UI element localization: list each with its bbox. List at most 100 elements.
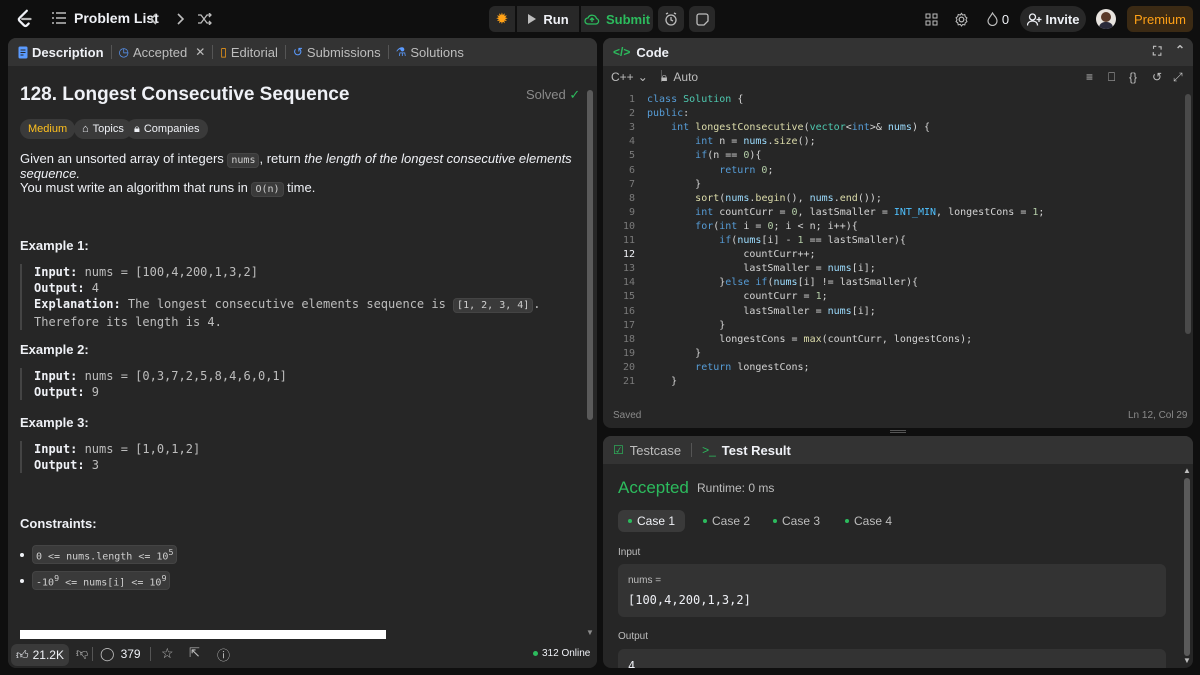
code-line[interactable]: sort(nums.begin(), nums.end());: [647, 193, 882, 204]
braces-icon[interactable]: {}: [1129, 70, 1137, 84]
editor-scrollbar[interactable]: [1185, 94, 1191, 334]
tab-solutions[interactable]: ⚗ Solutions: [396, 38, 464, 66]
help-icon[interactable]: ⓘ: [217, 645, 230, 664]
description-tabs: Description ◷ Accepted ✕ ▯ Editorial ↺ S…: [8, 38, 597, 66]
bookmark-icon[interactable]: ⎕: [1108, 70, 1115, 85]
comments-button[interactable]: ◯ 379: [100, 646, 141, 662]
code-line[interactable]: countCurr = 1;: [647, 291, 827, 302]
topics-badge[interactable]: ⌂ Topics: [74, 119, 132, 139]
maximize-icon[interactable]: ⛶: [1153, 44, 1161, 59]
code-line[interactable]: if(n == 0){: [647, 150, 761, 161]
code-line[interactable]: countCurr++;: [647, 249, 815, 260]
notes-button[interactable]: [689, 6, 715, 32]
code-line[interactable]: int countCurr = 0, lastSmaller = INT_MIN…: [647, 207, 1044, 218]
fullscreen-icon[interactable]: ⤢: [1173, 70, 1183, 85]
streak-counter[interactable]: 0: [983, 10, 1013, 28]
tab-accepted[interactable]: ◷ Accepted ✕: [119, 38, 206, 66]
code-line[interactable]: }: [647, 348, 701, 359]
line-number: 11: [622, 235, 635, 246]
constraint-exponent: 9: [161, 573, 167, 583]
code-editor[interactable]: 1 class Solution {2 public: 3 int longestCo…: [603, 94, 1193, 394]
scroll-down-icon[interactable]: ▼: [586, 628, 594, 637]
tab-test-result[interactable]: Test Result: [722, 443, 791, 458]
invite-button[interactable]: Invite: [1020, 6, 1086, 32]
code-line[interactable]: longestCons = max(countCurr, longestCons…: [647, 334, 972, 345]
problem-description: 128. Longest Consecutive Sequence Solved…: [8, 66, 588, 636]
tab-description[interactable]: Description: [18, 38, 104, 66]
case-tab-2[interactable]: Case 2: [693, 510, 760, 532]
thumbs-down-icon[interactable]: 👎︎: [76, 646, 88, 661]
like-button[interactable]: 👍︎ 21.2K: [11, 644, 69, 666]
constraint-item: -109 <= nums[i] <= 109: [20, 571, 171, 591]
code-line[interactable]: }else if(nums[i] != lastSmaller){: [647, 277, 918, 288]
alarm-clock-icon: [665, 12, 677, 26]
input-box: nums = [100,4,200,1,3,2]: [618, 564, 1166, 617]
submit-label: Submit: [605, 11, 651, 27]
layout-grid-icon[interactable]: [922, 10, 940, 28]
shuffle-icon[interactable]: [196, 10, 214, 28]
next-problem-icon[interactable]: [172, 10, 188, 28]
line-number: 19: [622, 347, 635, 359]
share-icon[interactable]: ⇱: [189, 645, 200, 661]
output-label: Output:: [34, 385, 85, 399]
debug-button[interactable]: ✹: [489, 6, 515, 32]
premium-button[interactable]: Premium: [1127, 6, 1193, 32]
case-tab-1[interactable]: Case 1: [618, 510, 686, 532]
result-status: Accepted: [618, 478, 689, 497]
output-value: 9: [84, 385, 100, 399]
code-line[interactable]: lastSmaller = nums[i];: [647, 306, 875, 317]
code-line[interactable]: int n = nums.size();: [647, 136, 815, 147]
code-line[interactable]: class Solution {: [647, 94, 743, 105]
code-line[interactable]: lastSmaller = nums[i];: [647, 263, 875, 274]
comment-bubble-icon: ◯: [100, 646, 115, 661]
timer-button[interactable]: [658, 6, 684, 32]
prev-problem-icon[interactable]: [146, 10, 162, 28]
tab-editorial[interactable]: ▯ Editorial: [220, 38, 278, 66]
terminal-icon: >_: [702, 443, 716, 457]
output-value: 4: [84, 281, 100, 295]
reset-icon[interactable]: ↺: [1152, 70, 1162, 84]
language-select[interactable]: C++ ⌄: [611, 70, 648, 84]
input-value: nums = [1,0,1,2]: [77, 442, 201, 456]
resize-handle[interactable]: [890, 430, 906, 433]
problem-list-button[interactable]: Problem List: [52, 10, 159, 26]
star-icon[interactable]: ☆: [161, 645, 174, 662]
scroll-down-icon[interactable]: ▼: [1183, 656, 1191, 665]
user-avatar[interactable]: [1096, 9, 1116, 29]
result-scrollbar[interactable]: [1184, 478, 1190, 656]
input-section-label: Input: [618, 547, 641, 558]
code-line[interactable]: }: [647, 320, 725, 331]
code-line[interactable]: if(nums[i] - 1 == lastSmaller){: [647, 235, 906, 246]
code-line[interactable]: }: [647, 376, 677, 387]
tab-testcase[interactable]: Testcase: [630, 443, 681, 458]
companies-badge[interactable]: 🔒︎ Companies: [126, 119, 208, 139]
line-number: 8: [628, 192, 635, 204]
auto-mode[interactable]: 🔒︎ Auto: [661, 70, 698, 85]
inline-code: [1, 2, 3, 4]: [453, 298, 534, 313]
tab-submissions[interactable]: ↺ Submissions: [293, 38, 381, 66]
explanation-text: The longest consecutive elements sequenc…: [120, 297, 454, 311]
leetcode-logo-icon[interactable]: [14, 8, 36, 30]
code-line[interactable]: return longestCons;: [647, 362, 809, 373]
code-line[interactable]: for(int i = 0; i < n; i++){: [647, 221, 858, 232]
language-label: C++: [611, 70, 634, 84]
constraints-title: Constraints:: [20, 516, 97, 531]
tab-divider: [691, 443, 693, 457]
chevron-up-icon[interactable]: ⌃: [1175, 43, 1185, 57]
case-tab-4[interactable]: Case 4: [835, 510, 902, 532]
scroll-up-icon[interactable]: ▲: [1183, 466, 1191, 475]
submit-button[interactable]: Submit: [581, 6, 653, 32]
description-scrollbar[interactable]: [587, 90, 593, 420]
close-tab-icon[interactable]: ✕: [195, 45, 205, 59]
format-icon[interactable]: ≡: [1086, 70, 1093, 84]
flame-icon: [987, 12, 998, 26]
code-line[interactable]: public:: [647, 108, 689, 119]
code-line[interactable]: int longestConsecutive(vector<int>& nums…: [647, 122, 930, 133]
problem-statement: Given an unsorted array of integers nums…: [20, 151, 588, 181]
run-button[interactable]: Run: [517, 6, 579, 32]
settings-gear-icon[interactable]: [952, 10, 970, 28]
chevron-down-icon: ⌄: [637, 70, 648, 84]
code-line[interactable]: }: [647, 179, 701, 190]
case-tab-3[interactable]: Case 3: [763, 510, 830, 532]
code-line[interactable]: return 0;: [647, 165, 773, 176]
